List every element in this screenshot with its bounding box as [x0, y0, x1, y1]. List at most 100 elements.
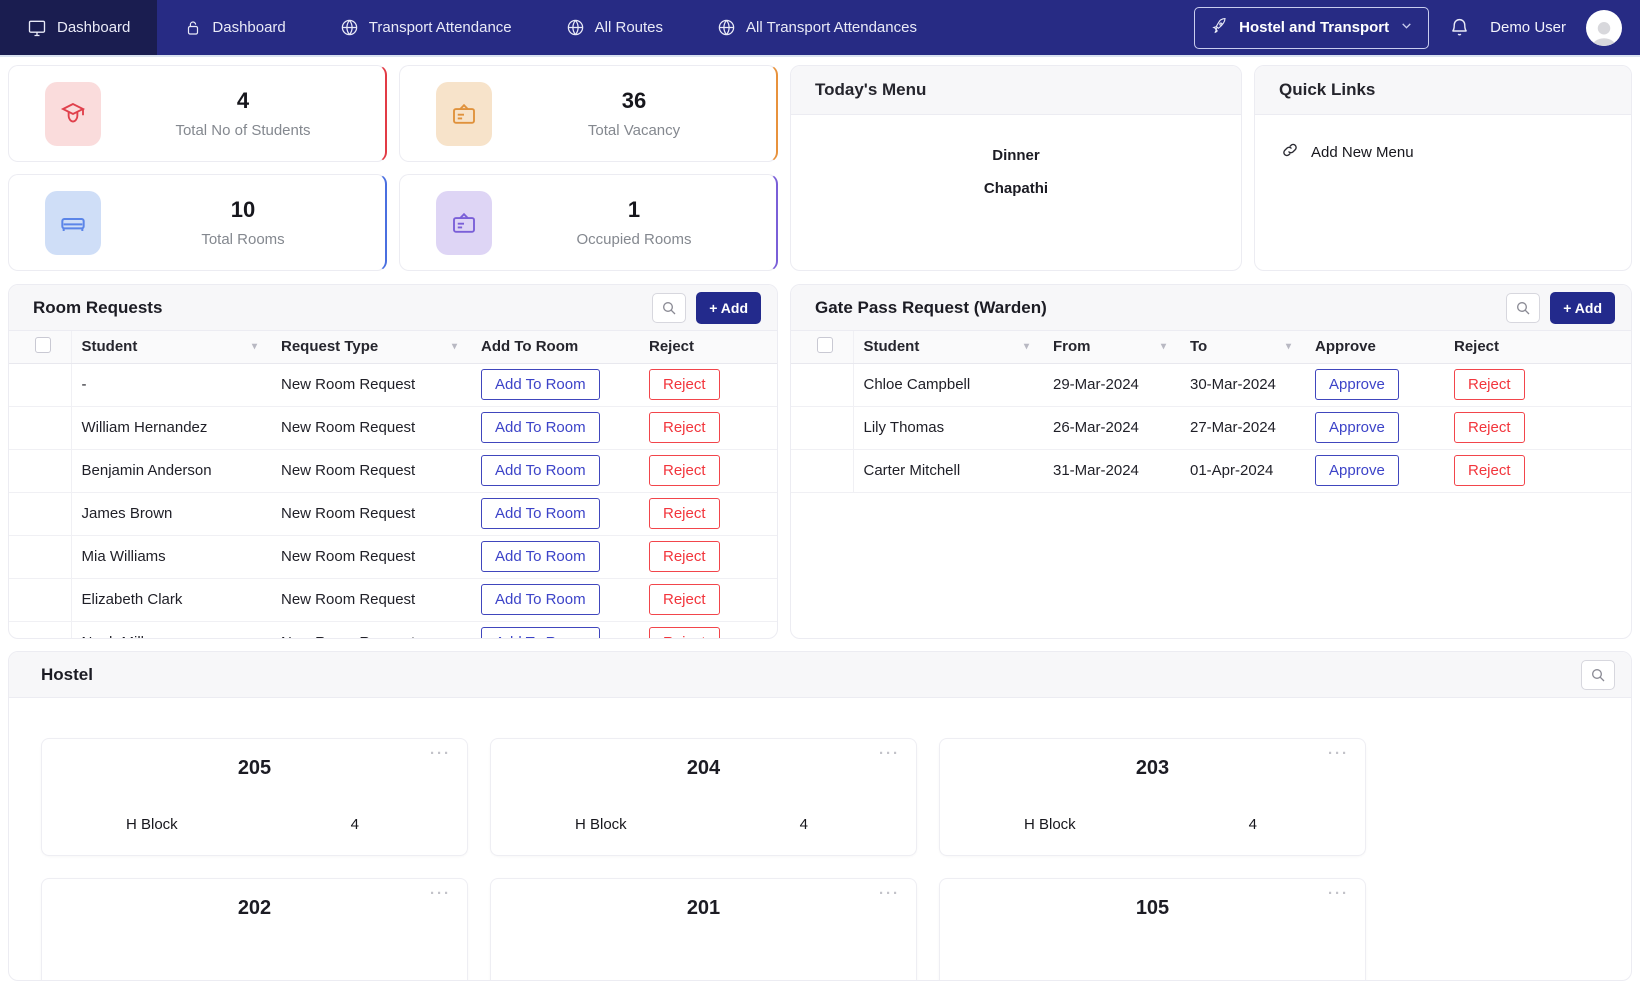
column-header-to[interactable]: To▾	[1180, 331, 1305, 363]
reject-button[interactable]: Reject	[649, 627, 720, 639]
navbar-right: Hostel and Transport Demo User	[1194, 0, 1640, 55]
reject-button[interactable]: Reject	[1454, 455, 1525, 486]
stat-card-total-students: 4 Total No of Students	[8, 65, 387, 162]
menu-meal: Dinner	[791, 147, 1241, 164]
add-to-room-button[interactable]: Add To Room	[481, 627, 600, 639]
lock-icon	[184, 19, 202, 37]
reject-button[interactable]: Reject	[649, 584, 720, 615]
room-capacity: 4	[351, 816, 359, 833]
notifications-bell-icon[interactable]	[1449, 17, 1470, 38]
quick-links-title: Quick Links	[1255, 66, 1631, 115]
add-to-room-button[interactable]: Add To Room	[481, 412, 600, 443]
room-block: H Block	[1024, 816, 1076, 833]
stat-content: 4 Total No of Students	[101, 88, 385, 139]
kebab-menu-icon[interactable]: ···	[879, 745, 900, 762]
column-header-from[interactable]: From▾	[1043, 331, 1180, 363]
column-header-student[interactable]: Student▾	[853, 331, 1043, 363]
select-all-checkbox[interactable]	[35, 337, 51, 353]
approve-button[interactable]: Approve	[1315, 369, 1399, 400]
table-row: Chloe Campbell 29-Mar-2024 30-Mar-2024 A…	[791, 363, 1631, 406]
room-requests-search-button[interactable]	[652, 293, 686, 323]
sort-caret-icon: ▾	[1161, 341, 1170, 352]
sort-caret-icon: ▾	[252, 341, 261, 352]
room-number: 203	[940, 757, 1365, 780]
request-type-cell: New Room Request	[271, 621, 471, 639]
nav-tab-dashboard-hostel[interactable]: Dashboard	[0, 0, 157, 55]
room-number: 105	[940, 897, 1365, 920]
kebab-menu-icon[interactable]: ···	[1328, 885, 1349, 902]
rocket-icon	[1210, 17, 1228, 39]
stat-content: 1 Occupied Rooms	[492, 197, 776, 248]
reject-button[interactable]: Reject	[1454, 369, 1525, 400]
stat-content: 36 Total Vacancy	[492, 88, 776, 139]
table-row: - New Room Request Add To Room Reject	[9, 363, 777, 406]
reject-button[interactable]: Reject	[649, 541, 720, 572]
sort-caret-icon: ▾	[1286, 341, 1295, 352]
approve-button[interactable]: Approve	[1315, 455, 1399, 486]
nav-tab-label: Dashboard	[57, 19, 130, 36]
select-all-checkbox[interactable]	[817, 337, 833, 353]
user-name: Demo User	[1490, 19, 1566, 36]
module-select-dropdown[interactable]: Hostel and Transport	[1194, 7, 1429, 49]
request-type-cell: New Room Request	[271, 449, 471, 492]
stat-value: 4	[101, 88, 385, 114]
nav-tab-dashboard-transport[interactable]: Dashboard	[157, 0, 312, 55]
from-cell: 29-Mar-2024	[1043, 363, 1180, 406]
from-cell: 26-Mar-2024	[1043, 406, 1180, 449]
kebab-menu-icon[interactable]: ···	[1328, 745, 1349, 762]
reject-button[interactable]: Reject	[649, 412, 720, 443]
student-cell: William Hernandez	[71, 406, 271, 449]
stat-card-total-vacancy: 36 Total Vacancy	[399, 65, 778, 162]
add-to-room-button[interactable]: Add To Room	[481, 455, 600, 486]
add-to-room-button[interactable]: Add To Room	[481, 541, 600, 572]
nav-tab-label: Dashboard	[212, 19, 285, 36]
kebab-menu-icon[interactable]: ···	[430, 885, 451, 902]
stat-card-total-rooms: 10 Total Rooms	[8, 174, 387, 271]
table-row: Elizabeth Clark New Room Request Add To …	[9, 578, 777, 621]
to-cell: 30-Mar-2024	[1180, 363, 1305, 406]
globe-icon	[717, 18, 736, 37]
quick-link-add-new-menu[interactable]: Add New Menu	[1281, 141, 1605, 163]
nav-tab-transport-attendance[interactable]: Transport Attendance	[313, 0, 539, 55]
avatar[interactable]	[1586, 10, 1622, 46]
request-type-cell: New Room Request	[271, 578, 471, 621]
nav-tab-all-routes[interactable]: All Routes	[539, 0, 690, 55]
to-cell: 27-Mar-2024	[1180, 406, 1305, 449]
approve-button[interactable]: Approve	[1315, 412, 1399, 443]
room-requests-title: Room Requests	[33, 298, 652, 318]
column-header-request-type[interactable]: Request Type▾	[271, 331, 471, 363]
graduate-icon	[45, 82, 101, 146]
quick-link-label: Add New Menu	[1311, 144, 1414, 161]
stat-label: Occupied Rooms	[492, 231, 776, 248]
kebab-menu-icon[interactable]: ···	[430, 745, 451, 762]
reject-button[interactable]: Reject	[1454, 412, 1525, 443]
table-row: Carter Mitchell 31-Mar-2024 01-Apr-2024 …	[791, 449, 1631, 492]
hostel-search-button[interactable]	[1581, 660, 1615, 690]
student-cell: Lily Thomas	[853, 406, 1043, 449]
room-number: 202	[42, 897, 467, 920]
request-type-cell: New Room Request	[271, 363, 471, 406]
column-header-reject: Reject	[639, 331, 777, 363]
room-requests-add-button[interactable]: + Add	[696, 292, 761, 324]
add-to-room-button[interactable]: Add To Room	[481, 498, 600, 529]
column-header-student[interactable]: Student▾	[71, 331, 271, 363]
todays-menu-title: Today's Menu	[791, 66, 1241, 115]
column-header-reject: Reject	[1444, 331, 1631, 363]
student-cell: James Brown	[71, 492, 271, 535]
gate-pass-search-button[interactable]	[1506, 293, 1540, 323]
room-card-201: ··· 201	[490, 878, 917, 981]
student-cell: Benjamin Anderson	[71, 449, 271, 492]
kebab-menu-icon[interactable]: ···	[879, 885, 900, 902]
room-card-204: ··· 204 H Block 4	[490, 738, 917, 856]
add-to-room-button[interactable]: Add To Room	[481, 584, 600, 615]
gate-pass-add-button[interactable]: + Add	[1550, 292, 1615, 324]
reject-button[interactable]: Reject	[649, 498, 720, 529]
reject-button[interactable]: Reject	[649, 455, 720, 486]
column-header-add-to-room: Add To Room	[471, 331, 639, 363]
student-cell: -	[71, 363, 271, 406]
nav-tab-all-transport-attendances[interactable]: All Transport Attendances	[690, 0, 944, 55]
column-header-approve: Approve	[1305, 331, 1444, 363]
reject-button[interactable]: Reject	[649, 369, 720, 400]
add-to-room-button[interactable]: Add To Room	[481, 369, 600, 400]
nav-tab-label: Transport Attendance	[369, 19, 512, 36]
